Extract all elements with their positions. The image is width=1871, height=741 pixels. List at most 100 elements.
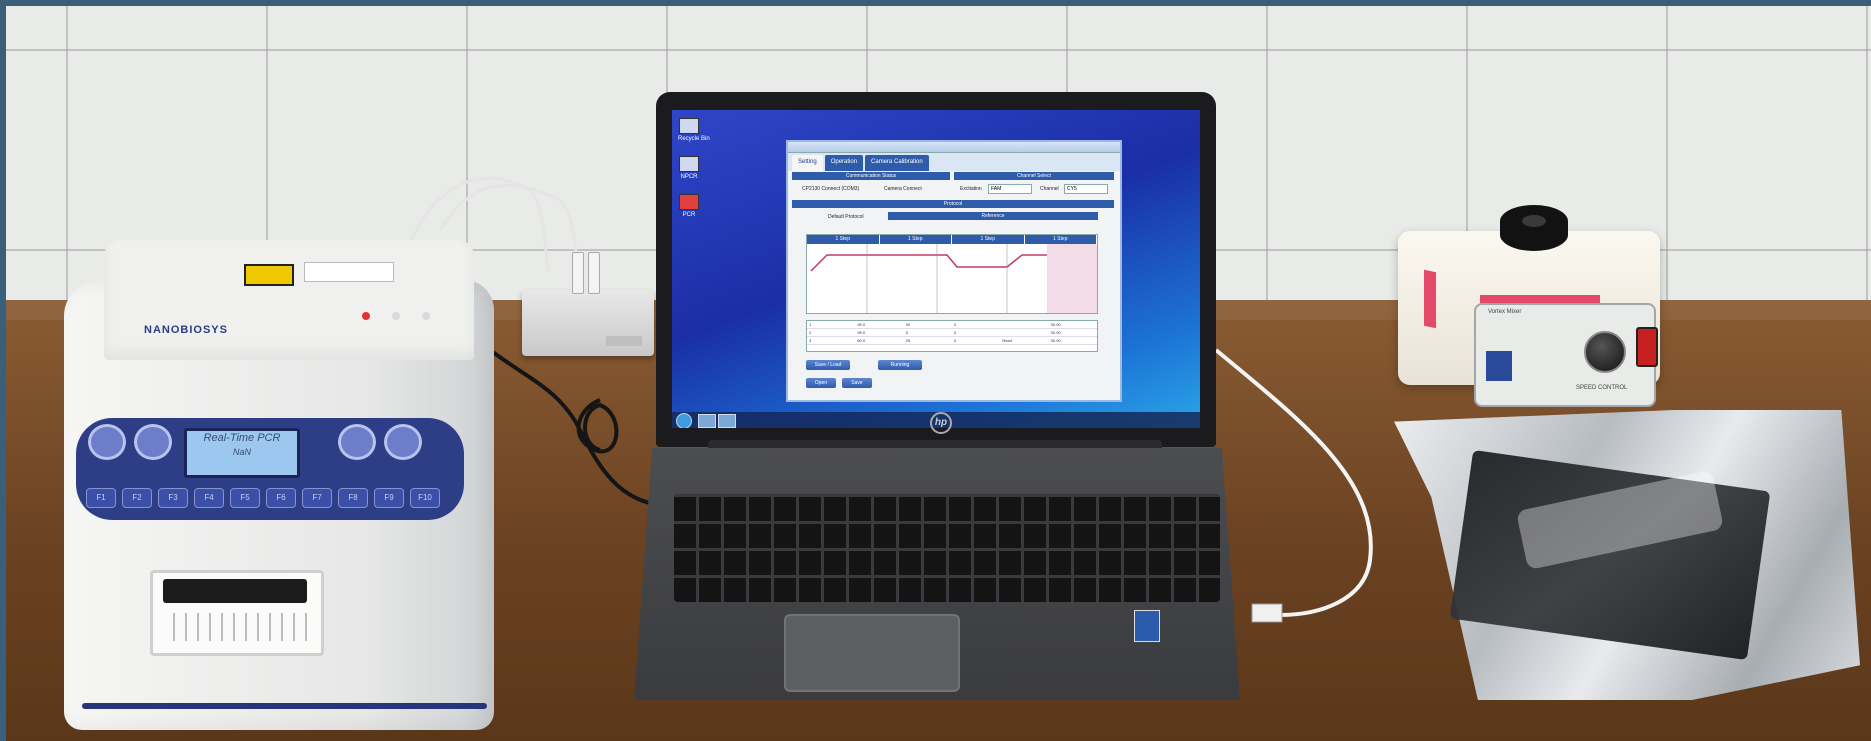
cell: 30.00 bbox=[1050, 322, 1061, 327]
temperature-profile-line bbox=[810, 244, 1047, 313]
f10-key[interactable]: F10 bbox=[410, 488, 440, 508]
cell: 30.00 bbox=[1050, 338, 1061, 343]
running-button[interactable]: Running bbox=[878, 360, 922, 370]
speed-knob[interactable] bbox=[1584, 331, 1626, 373]
plug-2 bbox=[588, 252, 600, 294]
f7-key[interactable]: F7 bbox=[302, 488, 332, 508]
taskbar-app-icon[interactable] bbox=[718, 414, 736, 428]
cell: 0 bbox=[953, 322, 957, 327]
frame-border-top bbox=[0, 0, 1871, 6]
save-load-button[interactable]: Save / Load bbox=[806, 360, 850, 370]
cable-plugs bbox=[552, 252, 642, 300]
f5-key[interactable]: F5 bbox=[230, 488, 260, 508]
pcr-label: PCR bbox=[682, 212, 696, 218]
table-row[interactable]: 2 95.0 5 0 30.00 bbox=[807, 329, 1097, 337]
pcr-brand-logo: NANOBIOSYS bbox=[144, 324, 228, 336]
pcr-software-window: Setting Operation Camera Calibration Com… bbox=[786, 140, 1122, 402]
cell: 95.0 bbox=[857, 322, 866, 327]
f2-key[interactable]: F2 bbox=[122, 488, 152, 508]
f4-key[interactable]: F4 bbox=[194, 488, 224, 508]
reference-bar: Reference bbox=[888, 212, 1098, 220]
cell: 30 bbox=[905, 322, 911, 327]
laptop-screen: Recycle Bin NPCR PCR Setting Operation C… bbox=[672, 110, 1200, 428]
channel-select[interactable]: CY5 bbox=[1064, 184, 1108, 194]
cell: 2 bbox=[809, 330, 812, 335]
power-led bbox=[362, 312, 370, 320]
pdf-file-icon[interactable]: PCR bbox=[678, 194, 700, 224]
protocol-table: 1 95.0 30 0 30.00 2 95.0 5 0 30.00 3 60.… bbox=[806, 320, 1098, 352]
vortex-cup[interactable] bbox=[1500, 205, 1568, 251]
plug-1 bbox=[572, 252, 584, 294]
power-switch[interactable] bbox=[1636, 327, 1658, 367]
start-button-icon[interactable] bbox=[676, 413, 692, 428]
tray-slot bbox=[163, 579, 307, 603]
channel-select-header: Channel Select bbox=[954, 172, 1114, 180]
open-button[interactable]: Open bbox=[806, 378, 836, 388]
save-button[interactable]: Save bbox=[842, 378, 872, 388]
taskbar-app-icon[interactable] bbox=[698, 414, 716, 428]
cell: 60.0 bbox=[857, 338, 866, 343]
lab-photo: NANOBIOSYS Real-Time PCR NaN F1 F2 F3 F4… bbox=[0, 0, 1871, 741]
lcd-display: Real-Time PCR NaN bbox=[184, 428, 300, 478]
cell: 0 bbox=[953, 338, 957, 343]
control-panel: Real-Time PCR NaN F1 F2 F3 F4 F5 F6 F7 F… bbox=[76, 418, 464, 520]
excitation-select[interactable]: FAM bbox=[988, 184, 1032, 194]
f8-key[interactable]: F8 bbox=[338, 488, 368, 508]
table-row[interactable]: 3 60.0 25 0 Read 30.00 bbox=[807, 337, 1097, 345]
cell: 1 bbox=[809, 322, 812, 327]
cell: 95.0 bbox=[857, 330, 866, 335]
tab-setting[interactable]: Setting bbox=[792, 155, 823, 171]
frame-border-left bbox=[0, 0, 6, 741]
vortex-mixer: Vortex Mixer SPEED CONTROL bbox=[1398, 205, 1660, 407]
tray-vents bbox=[163, 613, 307, 641]
controller-label bbox=[606, 336, 642, 346]
recycle-bin-icon[interactable]: Recycle Bin bbox=[678, 118, 710, 148]
default-protocol-label: Default Protocol bbox=[828, 214, 864, 220]
laptop-keyboard[interactable] bbox=[674, 494, 1220, 602]
brand-strip bbox=[1480, 295, 1600, 303]
cell: 0 bbox=[953, 330, 957, 335]
sample-tray[interactable] bbox=[150, 570, 324, 656]
down-button[interactable] bbox=[134, 424, 172, 460]
f1-key[interactable]: F1 bbox=[86, 488, 116, 508]
app-tabs: Setting Operation Camera Calibration bbox=[788, 153, 1120, 171]
protocol-header: Protocol bbox=[792, 200, 1114, 208]
red-label bbox=[1424, 269, 1436, 329]
cell: 25 bbox=[905, 338, 911, 343]
cell: 5 bbox=[905, 330, 908, 335]
table-row[interactable]: 1 95.0 30 0 30.00 bbox=[807, 321, 1097, 329]
recycle-bin-label: Recycle Bin bbox=[678, 136, 710, 142]
window-title-bar bbox=[788, 142, 1120, 153]
status-leds bbox=[362, 312, 430, 320]
up-button[interactable] bbox=[88, 424, 126, 460]
tab-camera-calibration[interactable]: Camera Calibration bbox=[865, 155, 929, 171]
communication-status-header: Communication Status bbox=[792, 172, 950, 180]
status-led bbox=[392, 312, 400, 320]
cell: Read bbox=[1002, 338, 1012, 343]
speed-control-label: SPEED CONTROL bbox=[1576, 385, 1628, 391]
f6-key[interactable]: F6 bbox=[266, 488, 296, 508]
device-status: CP2130 Connect (COM3) bbox=[802, 186, 860, 192]
f9-key[interactable]: F9 bbox=[374, 488, 404, 508]
laptop-lid: Recycle Bin NPCR PCR Setting Operation C… bbox=[656, 92, 1216, 447]
vortex-body: Vortex Mixer SPEED CONTROL bbox=[1398, 231, 1660, 407]
function-keys: F1 F2 F3 F4 F5 F6 F7 F8 F9 F10 bbox=[86, 488, 440, 508]
protocol-graph: 1 Step 1 Step 1 Step 1 Step bbox=[806, 234, 1098, 314]
pcr-base-stripe bbox=[82, 703, 487, 709]
warning-sticker bbox=[244, 264, 294, 286]
intel-sticker bbox=[1134, 610, 1160, 642]
vortex-control-panel: Vortex Mixer SPEED CONTROL bbox=[1474, 303, 1658, 407]
left-button[interactable] bbox=[338, 424, 376, 460]
vortex-label: Vortex Mixer bbox=[1488, 309, 1522, 315]
right-button[interactable] bbox=[384, 424, 422, 460]
spec-label bbox=[304, 262, 394, 282]
tab-operation[interactable]: Operation bbox=[824, 155, 864, 171]
npcr-app-icon[interactable]: NPCR bbox=[678, 156, 700, 186]
excitation-label: Excitation bbox=[960, 186, 982, 192]
touchpad[interactable] bbox=[784, 614, 960, 692]
lcd-line-2: NaN bbox=[232, 447, 251, 457]
manufacturer-logo-icon bbox=[1486, 351, 1512, 381]
channel-label: Channel bbox=[1040, 186, 1059, 192]
run-led bbox=[422, 312, 430, 320]
f3-key[interactable]: F3 bbox=[158, 488, 188, 508]
